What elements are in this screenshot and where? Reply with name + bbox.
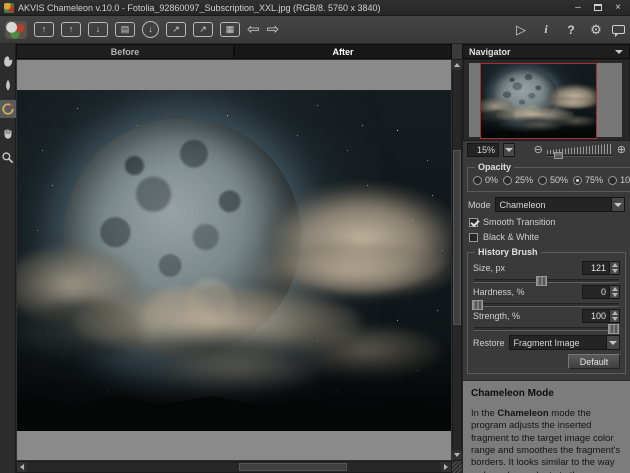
- vertical-scroll-thumb[interactable]: [453, 150, 461, 325]
- scroll-down-icon[interactable]: [452, 450, 462, 460]
- smudge-tool[interactable]: [0, 52, 16, 70]
- tool-column: [0, 44, 16, 473]
- smooth-transition-label: Smooth Transition: [483, 217, 556, 227]
- scroll-up-icon[interactable]: [452, 60, 462, 70]
- mode-select[interactable]: Chameleon: [495, 197, 625, 212]
- maximize-icon: [594, 4, 602, 11]
- app-icon: [4, 3, 14, 13]
- print-icon[interactable]: ▤: [115, 22, 135, 37]
- image-canvas[interactable]: [16, 59, 452, 461]
- hand-tool[interactable]: [0, 124, 16, 142]
- opacity-group: Opacity 0% 25% 50% 75% 100%: [467, 162, 630, 192]
- size-slider-handle[interactable]: [536, 276, 547, 286]
- navigator-thumbnail[interactable]: [480, 63, 597, 139]
- hardness-spinner[interactable]: 0: [582, 285, 620, 299]
- history-brush-group: History Brush Size, px 121 Hardness, % 0…: [467, 247, 626, 374]
- hardness-slider[interactable]: [474, 303, 619, 307]
- stars: [17, 90, 18, 91]
- zoom-out-icon[interactable]: ⊖: [534, 145, 543, 156]
- photo-moon-night-scene: [17, 90, 451, 431]
- opacity-radio-25[interactable]: [503, 176, 512, 185]
- post-icon[interactable]: ▦: [220, 22, 240, 37]
- navigator-preview[interactable]: [463, 59, 630, 141]
- strength-spinner[interactable]: 100: [582, 309, 620, 323]
- hints-panel: Chameleon Mode In the Chameleon mode the…: [463, 380, 630, 473]
- hint-paragraph: In the Chameleon mode the program adjust…: [471, 408, 622, 473]
- chevron-down-icon: [615, 50, 623, 54]
- share-icon[interactable]: ↗: [166, 22, 186, 37]
- resize-grip[interactable]: [452, 461, 462, 473]
- strength-label: Strength, %: [473, 311, 520, 321]
- zoom-dropdown-icon[interactable]: [503, 143, 515, 157]
- chevron-down-icon[interactable]: [611, 198, 624, 211]
- black-white-checkbox[interactable]: [469, 233, 478, 242]
- opacity-radio-0[interactable]: [473, 176, 482, 185]
- horizontal-scrollbar[interactable]: [16, 461, 452, 473]
- export-icon[interactable]: ↗: [193, 22, 213, 37]
- tab-after[interactable]: After: [234, 44, 452, 59]
- history-brush-tool[interactable]: [0, 100, 16, 118]
- size-slider[interactable]: [474, 279, 619, 283]
- thumbnail-scene: [480, 63, 597, 139]
- vertical-scrollbar[interactable]: [452, 59, 462, 461]
- opacity-radio-75[interactable]: [573, 176, 582, 185]
- spin-down-icon[interactable]: [610, 292, 619, 298]
- undo-icon[interactable]: ⇦: [247, 22, 260, 37]
- zoom-in-icon[interactable]: ⊕: [617, 145, 626, 156]
- restore-select[interactable]: Fragment Image: [509, 335, 620, 350]
- navigator-margin-right: [597, 63, 623, 137]
- zoom-value[interactable]: 15%: [467, 143, 499, 157]
- smooth-transition-checkbox[interactable]: [469, 218, 478, 227]
- maximize-button[interactable]: [590, 2, 606, 14]
- scroll-right-icon[interactable]: [441, 462, 451, 472]
- close-button[interactable]: ×: [610, 2, 626, 14]
- view-tabs: Before After: [16, 44, 452, 59]
- open-fragment-icon[interactable]: ↑: [61, 22, 81, 37]
- settings-panel: 15% ⊖ ⊕ Opacity 0% 25% 50% 75% 100% Mode…: [462, 59, 630, 473]
- open-image-icon[interactable]: ↑: [34, 22, 54, 37]
- opacity-radio-100[interactable]: [608, 176, 617, 185]
- run-icon[interactable]: ▷: [512, 22, 530, 38]
- chevron-down-icon[interactable]: [606, 336, 619, 349]
- strength-slider[interactable]: [474, 327, 619, 331]
- navigator-header[interactable]: Navigator: [462, 44, 630, 59]
- import-icon[interactable]: ↓: [142, 21, 159, 38]
- black-white-label: Black & White: [483, 232, 539, 242]
- preferences-icon[interactable]: ⚙: [587, 22, 605, 38]
- minimize-button[interactable]: –: [570, 2, 586, 14]
- feedback-icon[interactable]: [612, 25, 625, 34]
- save-icon[interactable]: ↓: [88, 22, 108, 37]
- toolbar: ↑ ↑ ↓ ▤ ↓ ↗ ↗ ▦ ⇦ ⇨ ▷ i ? ⚙: [0, 16, 630, 44]
- mode-label: Mode: [468, 200, 491, 210]
- redo-icon[interactable]: ⇨: [267, 22, 280, 37]
- zoom-controls: 15% ⊖ ⊕: [463, 141, 630, 159]
- blur-tool[interactable]: [0, 76, 16, 94]
- title-bar: AKVIS Chameleon v.10.0 - Fotolia_9286009…: [0, 0, 630, 16]
- hardness-label: Hardness, %: [473, 287, 525, 297]
- info-icon[interactable]: i: [537, 22, 555, 37]
- size-label: Size, px: [473, 263, 505, 273]
- window-title: AKVIS Chameleon v.10.0 - Fotolia_9286009…: [18, 3, 566, 13]
- spin-down-icon[interactable]: [610, 316, 619, 322]
- tab-before[interactable]: Before: [16, 44, 234, 59]
- hint-title: Chameleon Mode: [471, 387, 622, 400]
- opacity-label: Opacity: [475, 162, 514, 172]
- help-icon[interactable]: ?: [562, 23, 580, 37]
- zoom-slider-handle[interactable]: [554, 152, 563, 159]
- default-button[interactable]: Default: [568, 354, 620, 369]
- chameleon-palette-icon[interactable]: [5, 21, 27, 39]
- opacity-radio-50[interactable]: [538, 176, 547, 185]
- navigator-margin-left: [469, 63, 480, 137]
- scroll-left-icon[interactable]: [17, 462, 27, 472]
- restore-label: Restore: [473, 338, 505, 348]
- history-brush-title: History Brush: [475, 247, 541, 257]
- strength-slider-handle[interactable]: [608, 324, 619, 334]
- spin-down-icon[interactable]: [610, 268, 619, 274]
- zoom-tool[interactable]: [0, 148, 16, 166]
- zoom-slider[interactable]: [547, 144, 613, 157]
- horizontal-scroll-thumb[interactable]: [239, 463, 347, 471]
- hardness-slider-handle[interactable]: [472, 300, 483, 310]
- navigator-title: Navigator: [469, 47, 511, 57]
- size-spinner[interactable]: 121: [582, 261, 620, 275]
